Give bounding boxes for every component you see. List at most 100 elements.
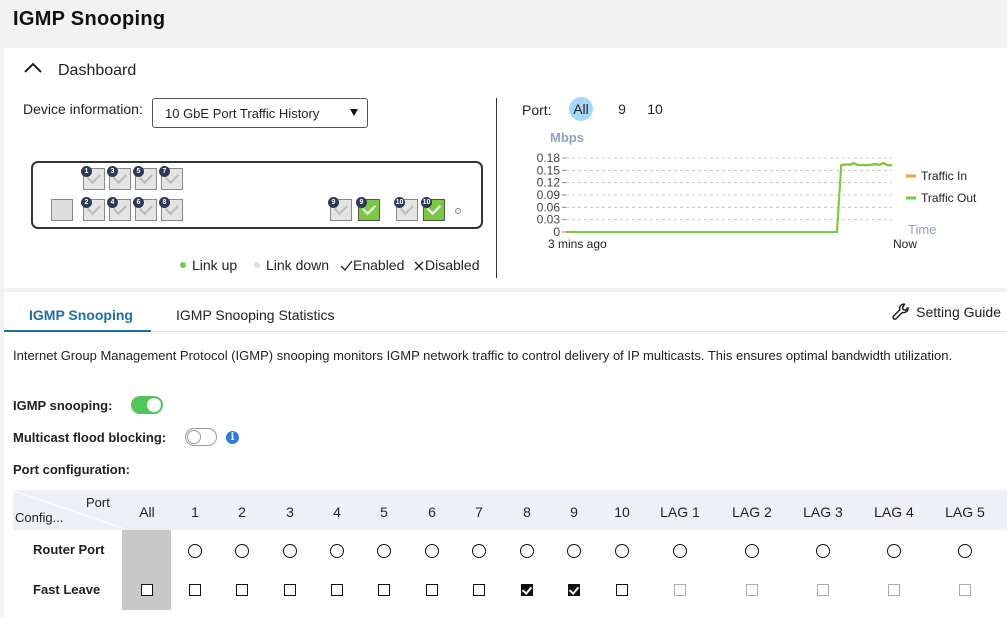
igmp-snooping-toggle[interactable] [131,396,163,414]
dashboard-panel: Dashboard Device information: 10 GbE Por… [4,48,1007,288]
fast-leave-checkbox[interactable] [331,584,343,596]
chart-port-9[interactable]: 9 [612,97,632,121]
switch-port-7[interactable]: 7 [159,166,183,190]
traffic-chart: Mbps0.180.150.120.090.060.0303 mins ago N… [537,130,977,251]
fast-leave-checkbox[interactable] [746,584,758,596]
router-port-radio[interactable] [745,544,759,558]
router-port-radio[interactable] [188,544,202,558]
port-config-label: Port configuration: [13,462,130,477]
header-config-label: Config... [15,510,64,525]
active-tab-indicator [4,330,151,332]
cross-icon [414,261,424,270]
fast-leave-checkbox[interactable] [284,584,296,596]
console-port-icon [455,208,461,214]
chart-legend-label: Traffic Out [921,191,977,205]
tab-divider [4,331,1007,332]
fast-leave-checkbox[interactable] [426,584,438,596]
legend-enabled: Enabled [340,257,404,273]
router-port-radio[interactable] [377,544,391,558]
header-port-label: Port [86,495,110,510]
setting-guide-label: Setting Guide [916,304,1001,320]
page-title: IGMP Snooping [13,8,166,30]
router-port-radio[interactable] [472,544,486,558]
switch-port-4[interactable]: 4 [107,197,131,221]
router-port-radio[interactable] [887,544,901,558]
column-header: LAG 2 [732,504,772,520]
dashboard-title: Dashboard [58,62,137,79]
fast-leave-checkbox[interactable] [473,584,485,596]
fast-leave-checkbox[interactable] [189,584,201,596]
switch-port-1[interactable]: 1 [81,166,105,190]
router-port-radio[interactable] [673,544,687,558]
chart-port-label: Port: [522,102,552,118]
switch-port-10-up[interactable]: 10 [421,197,445,221]
fast-leave-checkbox[interactable] [521,584,533,596]
column-header: 10 [614,504,630,520]
router-port-radio[interactable] [425,544,439,558]
router-port-radio[interactable] [816,544,830,558]
fast-leave-checkbox[interactable] [674,584,686,596]
switch-port-2[interactable]: 2 [81,197,105,221]
setting-guide-button[interactable]: Setting Guide [891,302,1001,322]
chart-x-end-label: Now [893,237,917,251]
switch-port-3[interactable]: 3 [107,166,131,190]
switch-port-6[interactable]: 6 [133,197,157,221]
fast-leave-all-checkbox[interactable] [141,584,153,596]
fast-leave-checkbox[interactable] [236,584,248,596]
tab-igmp-snooping[interactable]: IGMP Snooping [29,307,133,323]
fast-leave-checkbox[interactable] [616,584,628,596]
switch-panel-diagram: 1 2 3 4 5 6 7 8 9 9 10 10 [31,161,483,229]
dropdown-caret-icon [350,109,358,116]
router-port-radio[interactable] [235,544,249,558]
chart-ylabel: Mbps [550,130,584,145]
chart-series-line [566,161,892,233]
fast-leave-checkbox[interactable] [959,584,971,596]
info-icon[interactable]: i [226,431,239,444]
router-port-radio[interactable] [958,544,972,558]
fast-leave-checkbox[interactable] [888,584,900,596]
flood-blocking-toggle[interactable] [185,428,217,446]
router-port-radio[interactable] [615,544,629,558]
chart-port-10[interactable]: 10 [644,97,666,121]
router-port-radio[interactable] [520,544,534,558]
switch-port-5[interactable]: 5 [133,166,157,190]
chart-port-all[interactable]: All [569,97,593,121]
switch-port-10-down[interactable]: 10 [394,197,418,221]
router-port-radio[interactable] [330,544,344,558]
chart-legend-label: Traffic In [921,169,967,183]
igmp-snooping-label: IGMP snooping: [13,398,113,413]
fast-leave-checkbox[interactable] [378,584,390,596]
switch-port-9-up[interactable]: 9 [356,197,380,221]
column-header: LAG 4 [874,504,914,520]
fast-leave-checkbox[interactable] [817,584,829,596]
fast-leave-checkbox[interactable] [568,584,580,596]
column-header: LAG 1 [660,504,700,520]
device-info-label: Device information: [23,101,143,117]
legend-link-up: Link up [180,257,237,273]
all-column-shade [122,530,171,610]
device-info-select[interactable]: 10 GbE Port Traffic History [152,98,368,128]
panel-divider [496,98,497,278]
flood-blocking-label: Multicast flood blocking: [13,430,167,445]
igmp-description: Internet Group Management Protocol (IGMP… [13,348,953,363]
switch-port-9-down[interactable]: 9 [328,197,352,221]
igmp-main-panel: IGMP Snooping IGMP Snooping Statistics S… [4,292,1007,617]
column-header: LAG 5 [945,504,985,520]
port-rj45-icon [51,199,73,221]
chart-xlabel: Time [908,222,936,237]
collapse-chevron-icon[interactable] [24,61,42,79]
check-icon [340,260,353,271]
device-info-select-value: 10 GbE Port Traffic History [165,106,320,121]
column-header: LAG 3 [803,504,843,520]
router-port-label: Router Port [33,542,105,557]
tab-igmp-snooping-statistics[interactable]: IGMP Snooping Statistics [176,307,334,323]
wrench-icon [892,303,909,320]
switch-port-8[interactable]: 8 [159,197,183,221]
chart-series-line [566,162,892,233]
router-port-radio[interactable] [567,544,581,558]
chart-x-start-label: 3 mins ago [548,237,607,251]
fast-leave-label: Fast Leave [33,582,101,597]
router-port-radio[interactable] [283,544,297,558]
legend-link-down: Link down [254,257,329,273]
legend-disabled: Disabled [413,257,479,273]
